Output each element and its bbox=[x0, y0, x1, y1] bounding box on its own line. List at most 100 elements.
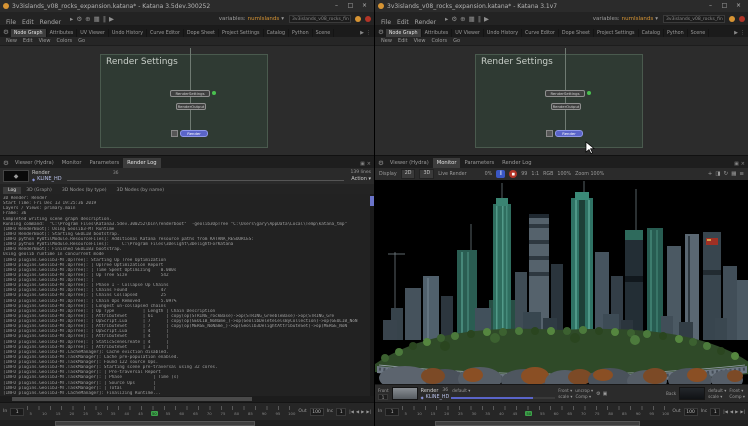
in-field[interactable]: 1 bbox=[10, 408, 24, 416]
chevron-down-icon[interactable]: ▾ bbox=[655, 16, 658, 22]
top-tab[interactable]: UV Viewer bbox=[77, 29, 109, 37]
frame-tick[interactable]: 80 bbox=[233, 411, 240, 416]
frame-tick[interactable]: 85 bbox=[621, 411, 628, 416]
frame-tick[interactable]: 65 bbox=[566, 411, 573, 416]
swap-icon[interactable]: ◨ bbox=[715, 171, 720, 177]
inc-field[interactable]: 1 bbox=[336, 408, 346, 416]
tab-menu-icon[interactable]: ⋮ bbox=[366, 30, 371, 36]
pane-tab[interactable]: Monitor bbox=[433, 158, 461, 168]
nodegraph-menu-item[interactable]: Go bbox=[451, 38, 462, 44]
top-tab[interactable]: Curve Editor bbox=[522, 29, 559, 37]
frame-tick[interactable]: 40 bbox=[123, 411, 130, 416]
frame-tick[interactable]: 35 bbox=[484, 411, 491, 416]
scale-dropdown[interactable]: scale ▾ bbox=[558, 394, 572, 399]
compare-icon[interactable]: + bbox=[708, 171, 713, 177]
transport-button[interactable]: ▶ bbox=[361, 409, 364, 414]
pause-icon[interactable]: ∥ bbox=[478, 15, 481, 23]
pointer-icon[interactable]: ▸ bbox=[70, 15, 73, 23]
range-thumb[interactable] bbox=[55, 421, 255, 426]
grid-icon[interactable]: ▦ bbox=[94, 15, 100, 23]
log-sub-tab[interactable]: 3D Nodes (by name) bbox=[112, 187, 169, 194]
top-tab[interactable]: Undo History bbox=[109, 29, 147, 37]
transport-button[interactable]: |◀ bbox=[723, 409, 728, 414]
node-render[interactable]: Render bbox=[180, 130, 208, 137]
top-tab[interactable]: Catalog bbox=[639, 29, 664, 37]
gear-icon[interactable]: ⚙ bbox=[3, 159, 9, 167]
frame-tick[interactable]: 55 bbox=[165, 411, 172, 416]
frame-tick[interactable]: 55 bbox=[539, 411, 546, 416]
nodegraph-menu-item[interactable]: Edit bbox=[396, 38, 410, 44]
pause-icon[interactable]: ∥ bbox=[103, 15, 106, 23]
front-buffer-field[interactable]: 1 bbox=[378, 394, 388, 400]
out-field[interactable]: 100 bbox=[684, 408, 698, 416]
crop-dropdown[interactable]: uncrop ▾ bbox=[575, 388, 593, 393]
tab-overflow-icon[interactable]: ▶ bbox=[360, 30, 364, 36]
frame-tick[interactable]: 90 bbox=[635, 411, 642, 416]
snapshot-icon[interactable]: ▣ bbox=[603, 391, 608, 397]
back-view-dropdown[interactable]: Front ▾ bbox=[729, 388, 745, 393]
top-tab[interactable]: Node Graph bbox=[11, 29, 47, 37]
frame-tick[interactable]: 95 bbox=[648, 411, 655, 416]
frame-tick[interactable]: 5 bbox=[27, 411, 34, 416]
zoom-percent[interactable]: 100% bbox=[557, 172, 571, 177]
frame-tick[interactable]: 60 bbox=[553, 411, 560, 416]
pin-icon[interactable]: ▣ bbox=[360, 161, 365, 167]
frame-tick[interactable]: 10 bbox=[41, 411, 48, 416]
node-renderoutput[interactable]: RenderOutput bbox=[176, 103, 206, 110]
top-tab[interactable]: Scene bbox=[688, 29, 710, 37]
gear-icon[interactable]: ⚙ bbox=[596, 391, 600, 397]
frame-tick[interactable]: 45 bbox=[137, 411, 144, 416]
top-tab[interactable]: Attributes bbox=[422, 29, 453, 37]
scrollbar-thumb[interactable] bbox=[12, 397, 252, 401]
render-indicator[interactable] bbox=[729, 16, 735, 22]
mode-3d-button[interactable]: 3D bbox=[419, 169, 434, 179]
close-pane-icon[interactable]: × bbox=[367, 161, 371, 167]
frame-tick[interactable]: 15 bbox=[55, 411, 62, 416]
frame-tick[interactable]: 50 bbox=[525, 411, 532, 416]
transport-button[interactable]: ▶| bbox=[740, 409, 745, 414]
node-render-chip[interactable] bbox=[546, 130, 553, 137]
top-tab[interactable]: Catalog bbox=[264, 29, 289, 37]
top-tab[interactable]: Dope Sheet bbox=[559, 29, 594, 37]
frame-tick[interactable]: 5 bbox=[402, 411, 409, 416]
log-vertical-scrollbar[interactable] bbox=[370, 194, 374, 396]
menu-item[interactable]: Edit bbox=[19, 19, 37, 26]
render-indicator[interactable] bbox=[355, 16, 361, 22]
scrollbar-thumb[interactable] bbox=[370, 196, 374, 206]
gear-icon[interactable]: ⚙ bbox=[451, 15, 457, 23]
action-dropdown[interactable]: Action ▾ bbox=[351, 176, 371, 182]
top-tab[interactable]: Undo History bbox=[484, 29, 522, 37]
tab-overflow-icon[interactable]: ▶ bbox=[734, 30, 738, 36]
frame-tick[interactable]: 10 bbox=[416, 411, 423, 416]
pane-tab[interactable]: Viewer (Hydra) bbox=[386, 158, 433, 168]
gear-icon[interactable]: ⚙ bbox=[3, 28, 9, 36]
pin-icon[interactable]: ▣ bbox=[734, 161, 739, 167]
frame-tick[interactable]: 30 bbox=[96, 411, 103, 416]
nodegraph-menu-item[interactable]: New bbox=[4, 38, 19, 44]
variables-value[interactable]: numIslands bbox=[248, 16, 280, 22]
pane-tab[interactable]: Render Log bbox=[498, 158, 535, 168]
node-rendersettings[interactable]: RenderSettings bbox=[170, 90, 210, 97]
frame-tick[interactable]: 25 bbox=[82, 411, 89, 416]
nodegraph-menu-item[interactable]: Colors bbox=[429, 38, 449, 44]
catalog-render-name[interactable]: Render bbox=[421, 388, 439, 394]
channel-selector[interactable]: RGB bbox=[543, 172, 553, 177]
node-view-led[interactable] bbox=[212, 91, 216, 95]
minimize-button[interactable]: – bbox=[704, 1, 717, 11]
node-render-chip[interactable] bbox=[171, 130, 178, 137]
pane-tab[interactable]: Parameters bbox=[85, 158, 123, 168]
variables-value[interactable]: numIslands bbox=[622, 16, 654, 22]
timeline[interactable]: In 1 51015202530354045505560657075808590… bbox=[375, 402, 748, 420]
top-tab[interactable]: Dope Sheet bbox=[184, 29, 219, 37]
gear-icon[interactable]: ⚙ bbox=[76, 15, 82, 23]
frame-tick[interactable]: 75 bbox=[219, 411, 226, 416]
live-render-button[interactable]: Live Render bbox=[438, 172, 466, 177]
close-pane-icon[interactable]: × bbox=[741, 161, 745, 167]
frame-tick[interactable]: 85 bbox=[247, 411, 254, 416]
menu-item[interactable]: Render bbox=[412, 19, 439, 26]
top-tab[interactable]: Python bbox=[664, 29, 688, 37]
frame-tick[interactable]: 20 bbox=[443, 411, 450, 416]
top-tab[interactable]: Project Settings bbox=[594, 29, 639, 37]
menu-item[interactable]: File bbox=[3, 19, 19, 26]
frame-tick[interactable]: 100 bbox=[662, 411, 669, 416]
